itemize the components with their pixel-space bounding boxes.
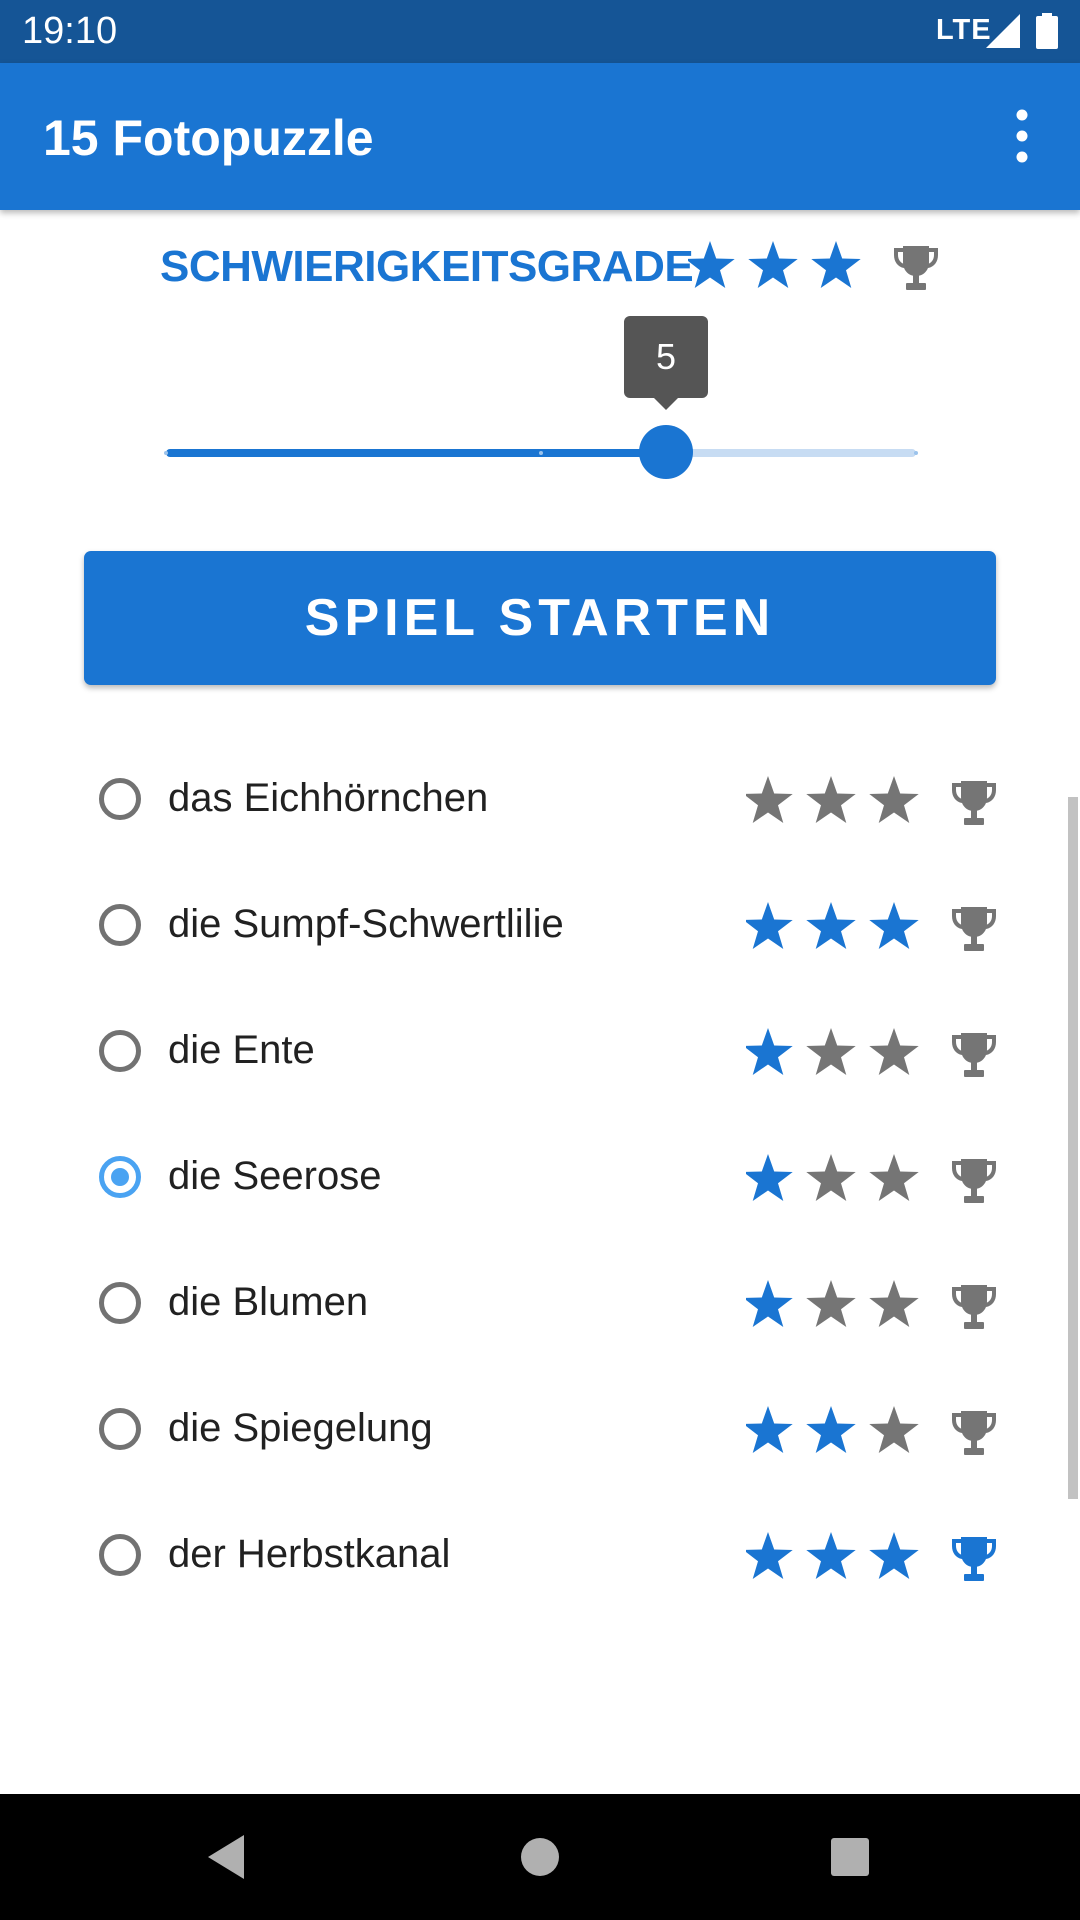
star-icon bbox=[746, 776, 793, 823]
trophy-icon bbox=[952, 1411, 996, 1455]
star-icon bbox=[869, 902, 919, 949]
app-bar: 15 Fotopuzzle bbox=[0, 63, 1080, 210]
puzzle-rating bbox=[746, 1532, 996, 1581]
slider-tick bbox=[539, 451, 543, 455]
puzzle-rating bbox=[746, 1028, 996, 1077]
slider-tick bbox=[164, 451, 168, 455]
status-bar: 19:10 LTE bbox=[0, 0, 1080, 63]
star-icon bbox=[869, 1406, 919, 1453]
home-circle-icon[interactable] bbox=[510, 1827, 570, 1887]
puzzle-rating bbox=[746, 1406, 996, 1455]
star-icon bbox=[746, 1154, 793, 1201]
puzzle-row[interactable]: der Herbstkanal bbox=[90, 1501, 1010, 1607]
puzzle-rating bbox=[746, 902, 996, 951]
trophy-icon bbox=[952, 1537, 996, 1581]
scrollbar[interactable] bbox=[1068, 797, 1078, 1499]
puzzle-label: die Ente bbox=[168, 1028, 315, 1072]
puzzle-label: die Seerose bbox=[168, 1154, 382, 1198]
star-icon bbox=[806, 776, 856, 823]
slider-tick bbox=[914, 451, 918, 455]
puzzle-rating bbox=[746, 776, 996, 825]
radio-button[interactable] bbox=[99, 1030, 141, 1072]
star-icon bbox=[746, 902, 793, 949]
star-icon bbox=[688, 241, 735, 288]
difficulty-title: SCHWIERIGKEITSGRADE bbox=[160, 242, 694, 291]
radio-dot bbox=[111, 1168, 129, 1186]
star-icon bbox=[811, 241, 861, 288]
puzzle-label: das Eichhörnchen bbox=[168, 776, 489, 820]
battery-icon bbox=[1036, 13, 1058, 49]
radio-button[interactable] bbox=[99, 1408, 141, 1450]
puzzle-row[interactable]: die Ente bbox=[90, 997, 1010, 1103]
slider-value-label: 5 bbox=[655, 336, 677, 377]
puzzle-row[interactable]: die Seerose bbox=[90, 1123, 1010, 1229]
star-icon bbox=[806, 1532, 856, 1579]
trophy-icon bbox=[952, 1159, 996, 1203]
star-icon bbox=[746, 1280, 793, 1327]
star-icon bbox=[806, 1028, 856, 1075]
puzzle-label: der Herbstkanal bbox=[168, 1532, 451, 1576]
puzzle-row[interactable]: die Spiegelung bbox=[90, 1375, 1010, 1481]
slider-value-bubble: 5 bbox=[624, 316, 708, 398]
status-time: 19:10 bbox=[22, 10, 118, 52]
star-icon bbox=[806, 1154, 856, 1201]
difficulty-header: SCHWIERIGKEITSGRADE bbox=[160, 238, 940, 294]
star-icon bbox=[746, 1532, 793, 1579]
puzzle-label: die Blumen bbox=[168, 1280, 369, 1324]
puzzle-row[interactable]: die Blumen bbox=[90, 1249, 1010, 1355]
back-triangle-icon[interactable] bbox=[196, 1827, 256, 1887]
star-icon bbox=[869, 1028, 919, 1075]
slider-bubble-pointer bbox=[652, 396, 680, 410]
star-icon bbox=[869, 1532, 919, 1579]
puzzle-row[interactable]: die Sumpf-Schwertlilie bbox=[90, 871, 1010, 977]
signal-icon bbox=[986, 14, 1020, 48]
radio-button[interactable] bbox=[99, 778, 141, 820]
trophy-icon bbox=[894, 246, 938, 290]
navigation-bar bbox=[0, 1794, 1080, 1920]
star-icon bbox=[806, 1280, 856, 1327]
puzzle-rating bbox=[746, 1280, 996, 1329]
puzzle-label: die Spiegelung bbox=[168, 1406, 433, 1450]
radio-button[interactable] bbox=[99, 904, 141, 946]
trophy-icon bbox=[952, 781, 996, 825]
puzzle-row[interactable]: das Eichhörnchen bbox=[90, 745, 1010, 851]
more-vert-icon[interactable] bbox=[1000, 105, 1044, 169]
network-type-label: LTE bbox=[936, 14, 992, 46]
star-icon bbox=[746, 1406, 793, 1453]
star-icon bbox=[748, 241, 798, 288]
puzzle-rating bbox=[746, 1154, 996, 1203]
star-icon bbox=[806, 1406, 856, 1453]
difficulty-rating bbox=[688, 241, 938, 290]
slider-track-inactive bbox=[666, 449, 916, 457]
radio-button-checked[interactable] bbox=[99, 1156, 141, 1198]
star-icon bbox=[869, 1154, 919, 1201]
star-icon bbox=[869, 1280, 919, 1327]
radio-button[interactable] bbox=[99, 1282, 141, 1324]
start-game-button[interactable]: SPIEL STARTEN bbox=[84, 551, 996, 685]
puzzle-label: die Sumpf-Schwertlilie bbox=[168, 902, 564, 946]
radio-button[interactable] bbox=[99, 1534, 141, 1576]
app-title: 15 Fotopuzzle bbox=[43, 110, 374, 166]
recents-square-icon[interactable] bbox=[820, 1827, 880, 1887]
trophy-icon bbox=[952, 907, 996, 951]
difficulty-slider[interactable]: 5 bbox=[164, 312, 918, 479]
star-icon bbox=[806, 902, 856, 949]
slider-track-active bbox=[166, 449, 666, 457]
star-icon bbox=[746, 1028, 793, 1075]
trophy-icon bbox=[952, 1033, 996, 1077]
star-icon bbox=[869, 776, 919, 823]
trophy-icon bbox=[952, 1285, 996, 1329]
slider-thumb[interactable] bbox=[639, 425, 693, 479]
